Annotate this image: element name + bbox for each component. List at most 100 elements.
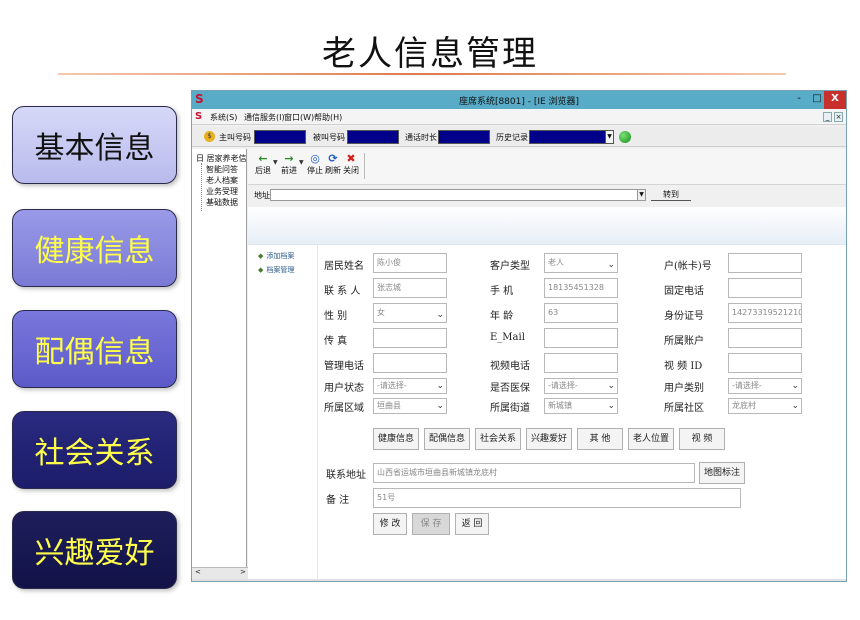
field-select[interactable]: -请选择- ⌄	[373, 378, 447, 394]
field-select[interactable]: 女 ⌄	[373, 303, 447, 323]
nav-health-info-button[interactable]: 健康信息	[12, 209, 177, 287]
callee-number-field[interactable]	[347, 130, 399, 144]
phone-icon[interactable]: $	[204, 131, 215, 142]
forward-dropdown-icon[interactable]: ▼	[299, 159, 304, 166]
chevron-down-icon[interactable]: ▼	[605, 130, 614, 144]
field-input[interactable]	[544, 353, 618, 373]
field-select[interactable]: -请选择- ⌄	[728, 378, 802, 394]
info-tab-button[interactable]: 其 他	[577, 428, 623, 450]
status-ball-icon[interactable]	[619, 131, 631, 143]
info-tab-button[interactable]: 兴趣爱好	[526, 428, 572, 450]
minimize-button[interactable]: -	[790, 91, 808, 109]
field-label: 视 频 ID	[664, 361, 703, 372]
forward-arrow-icon: →	[284, 152, 294, 165]
refresh-button[interactable]: ⟳ 刷新	[324, 152, 342, 176]
scroll-right-icon[interactable]: >	[240, 568, 246, 576]
info-tab-button[interactable]: 健康信息	[373, 428, 419, 450]
field-label: E_Mail	[490, 332, 525, 343]
stop-button[interactable]: ◎ 停止	[306, 152, 324, 176]
field-label: 用户状态	[324, 383, 364, 394]
note-field-label: 备 注	[326, 495, 350, 506]
menu-system[interactable]: 系统(S)	[210, 112, 237, 123]
field-input[interactable]	[373, 328, 447, 348]
menu-help[interactable]: 帮助(H)	[314, 112, 342, 123]
info-tab-button[interactable]: 视 频	[679, 428, 725, 450]
mdi-close-button[interactable]: ×	[834, 112, 843, 122]
history-select[interactable]	[529, 130, 606, 144]
go-button[interactable]: 转到	[651, 189, 691, 201]
tree-horizontal-scrollbar[interactable]: < >	[192, 567, 248, 579]
back-button[interactable]: ← 后退	[254, 152, 272, 176]
field-select[interactable]: -请选择- ⌄	[544, 378, 618, 394]
field-input[interactable]	[544, 328, 618, 348]
field-label: 所属社区	[664, 403, 704, 414]
field-input[interactable]	[728, 278, 802, 298]
save-button[interactable]: 保 存	[412, 513, 450, 535]
contact-address-input[interactable]: 山西省运城市垣曲县新城镇龙底村	[373, 463, 695, 483]
app-logo-icon: S	[195, 111, 203, 122]
scroll-left-icon[interactable]: <	[195, 568, 201, 576]
info-tab-button[interactable]: 配偶信息	[424, 428, 470, 450]
field-select[interactable]: 新城镇 ⌄	[544, 398, 618, 414]
field-input[interactable]: 张志城	[373, 278, 447, 298]
field-input[interactable]	[728, 328, 802, 348]
nav-spouse-info-button[interactable]: 配偶信息	[12, 310, 177, 388]
address-input[interactable]	[270, 189, 640, 201]
field-input[interactable]: 63	[544, 303, 618, 323]
menu-communication[interactable]: 通信服务(I)	[244, 112, 285, 123]
field-label: 手 机	[490, 286, 514, 297]
nav-add-archive[interactable]: ◆ 添加档案	[258, 251, 294, 261]
back-dropdown-icon[interactable]: ▼	[273, 159, 278, 166]
field-value: 女	[377, 308, 385, 317]
map-mark-button[interactable]: 地图标注	[699, 462, 745, 484]
nav-manage-archive[interactable]: ◆ 档案管理	[258, 265, 294, 275]
field-input[interactable]: 18135451328	[544, 278, 618, 298]
field-label: 身份证号	[664, 311, 704, 322]
field-input[interactable]	[728, 353, 802, 373]
field-label: 所属账户	[664, 336, 704, 347]
status-bar	[192, 579, 846, 581]
back-label: 后退	[255, 166, 271, 175]
tree-item-base-data[interactable]: 基础数据	[206, 197, 238, 208]
tree-root[interactable]: 日 居家养老信息	[196, 153, 246, 164]
tree-item-qa[interactable]: 智能问答	[206, 164, 238, 175]
back-return-button[interactable]: 返 回	[455, 513, 489, 535]
menu-bar: S 系统(S) 通信服务(I) 窗口(W) 帮助(H) _ ×	[192, 109, 846, 125]
stop-icon: ◎	[310, 152, 320, 165]
field-select[interactable]: 垣曲县 ⌄	[373, 398, 447, 414]
nav-tree: 日 居家养老信息 智能问答 老人档案 业务受理 基础数据	[192, 149, 247, 569]
duration-field[interactable]	[438, 130, 490, 144]
forward-button[interactable]: → 前进	[280, 152, 298, 176]
field-value: 龙底村	[732, 401, 756, 410]
field-value: 陈小俊	[377, 258, 401, 267]
field-input[interactable]	[373, 353, 447, 373]
close-page-button[interactable]: ✖ 关闭	[342, 152, 360, 176]
note-input[interactable]: 51号	[373, 488, 741, 508]
nav-hobbies-button[interactable]: 兴趣爱好	[12, 511, 177, 589]
field-label: 管理电话	[324, 361, 364, 372]
close-button[interactable]: X	[824, 91, 846, 109]
nav-social-relations-button[interactable]: 社会关系	[12, 411, 177, 489]
caller-number-field[interactable]	[254, 130, 306, 144]
tree-connector	[201, 163, 202, 211]
info-tab-button[interactable]: 社会关系	[475, 428, 521, 450]
field-input[interactable]: 142733195212100944	[728, 303, 802, 323]
field-input[interactable]: 陈小俊	[373, 253, 447, 273]
field-select[interactable]: 老人 ⌄	[544, 253, 618, 273]
caller-label: 主叫号码	[219, 133, 251, 142]
mdi-minimize-button[interactable]: _	[823, 112, 832, 122]
menu-window[interactable]: 窗口(W)	[284, 112, 314, 123]
info-tab-button[interactable]: 老人位置	[628, 428, 674, 450]
header-band	[248, 207, 846, 245]
tree-item-elder-archive[interactable]: 老人档案	[206, 175, 238, 186]
nav-basic-info-button[interactable]: 基本信息	[12, 106, 177, 184]
nav-manage-archive-label: 档案管理	[266, 266, 295, 274]
chevron-down-icon: ⌄	[791, 401, 799, 411]
edit-button[interactable]: 修 改	[373, 513, 407, 535]
field-input[interactable]	[728, 253, 802, 273]
tree-item-business[interactable]: 业务受理	[206, 186, 238, 197]
field-label: 客户类型	[490, 261, 530, 272]
field-select[interactable]: 龙底村 ⌄	[728, 398, 802, 414]
field-value: 张志城	[377, 283, 401, 292]
address-dropdown-icon[interactable]: ▼	[637, 189, 646, 201]
